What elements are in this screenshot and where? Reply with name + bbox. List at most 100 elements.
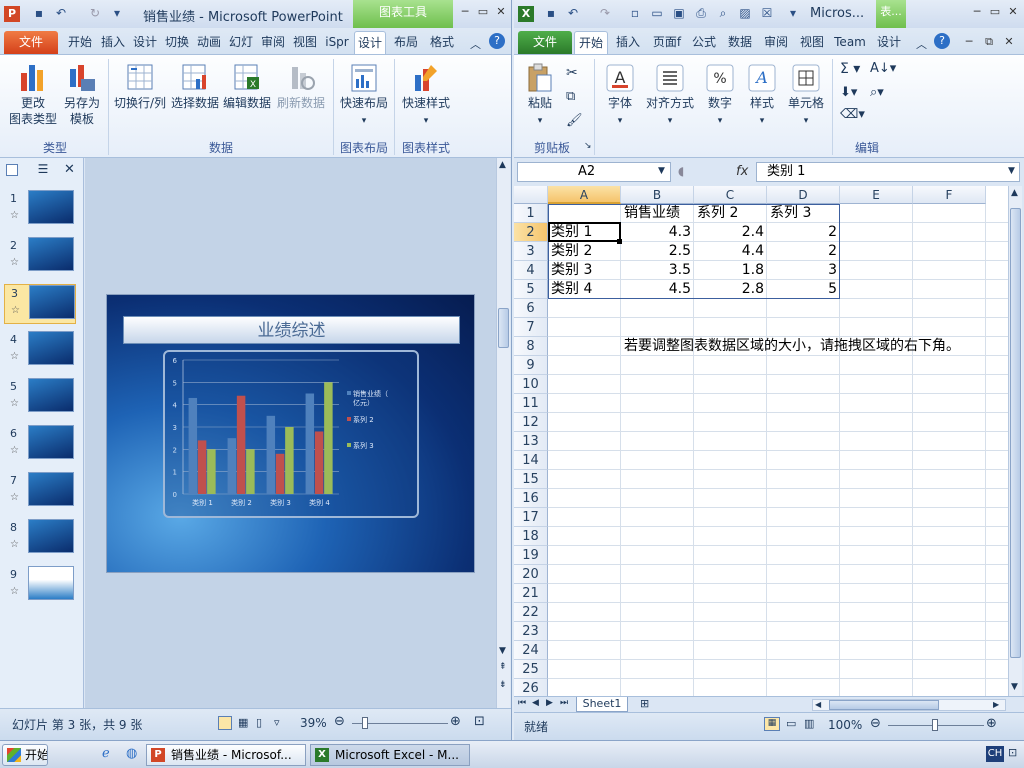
sheet-vertical-scrollbar[interactable]: ▲ ▼ [1008, 186, 1022, 696]
zoom-level[interactable]: 100% [828, 718, 862, 732]
normal-view-icon[interactable] [218, 716, 232, 730]
zoom-slider[interactable] [352, 717, 448, 729]
row-header-18[interactable]: 18 [514, 527, 548, 546]
styles-button[interactable]: A 样式 ▾ [744, 61, 780, 129]
slide-thumbnail-7[interactable]: 7 ☆ [4, 472, 76, 512]
minimize-icon[interactable]: ─ [458, 6, 472, 18]
first-sheet-icon[interactable]: ⏮ [518, 698, 526, 708]
tab-file[interactable]: 文件 [518, 31, 572, 54]
close-pane-icon[interactable]: ✕ [64, 162, 75, 177]
format-painter-icon[interactable]: 🖌 [566, 113, 583, 128]
start-button[interactable]: 开始 [2, 744, 48, 766]
row-header-9[interactable]: 9 [514, 356, 548, 375]
table-cell[interactable]: 4.4 [694, 242, 767, 261]
insert-function-icon[interactable]: fx [736, 164, 748, 179]
select-all-corner[interactable] [514, 186, 548, 204]
scroll-left-icon[interactable]: ◀ [815, 700, 821, 709]
save-icon[interactable]: ▪ [544, 6, 558, 20]
tray-icon[interactable]: ⊡ [1008, 746, 1017, 759]
save-as-icon[interactable]: ▣ [672, 6, 686, 20]
autosum-icon[interactable]: Σ ▾ [840, 61, 860, 77]
help-icon[interactable]: ? [934, 33, 950, 49]
print-icon[interactable]: ⎙ [694, 6, 708, 20]
slide-thumbnail-3[interactable]: 3 ☆ [4, 284, 76, 324]
table-cell[interactable]: 类别 1 [548, 223, 621, 242]
insert-sheet-icon[interactable]: ⊞ [640, 697, 649, 710]
picture-icon[interactable]: ▨ [738, 6, 752, 20]
tab-home[interactable]: 开始 [64, 31, 96, 54]
select-data-button[interactable]: 选择数据 [170, 61, 220, 111]
next-slide-icon[interactable]: ⇟ [499, 680, 507, 690]
switch-row-column-button[interactable]: 切换行/列 [112, 61, 168, 111]
row-header-15[interactable]: 15 [514, 470, 548, 489]
table-header-cell[interactable]: 系列 2 [694, 204, 767, 223]
fill-handle[interactable] [617, 239, 622, 244]
tab-table-design[interactable]: 设计 [872, 31, 906, 54]
open-icon[interactable]: ▭ [650, 6, 664, 20]
change-chart-type-button[interactable]: 更改 图表类型 [8, 61, 58, 127]
table-cell[interactable]: 2.4 [694, 223, 767, 242]
formula-bar-input[interactable]: 类别 1 [756, 162, 1020, 182]
table-header-cell[interactable]: 销售业绩 [621, 204, 694, 223]
taskbar-powerpoint-button[interactable]: P 销售业绩 - Microsof... [146, 744, 306, 766]
undo-icon[interactable]: ↶ [566, 6, 580, 20]
font-button[interactable]: A 字体 ▾ [602, 61, 638, 129]
outline-view-icon[interactable]: ☰ [34, 162, 52, 178]
tab-file[interactable]: 文件 [4, 31, 58, 54]
tab-slideshow[interactable]: 幻灯 [226, 31, 256, 54]
tab-chart-layout[interactable]: 布局 [390, 31, 422, 54]
clipboard-launcher-icon[interactable]: ↘ [584, 141, 592, 151]
refresh-data-button[interactable]: 刷新数据 [274, 61, 328, 111]
customize-qat-icon[interactable]: ▾ [110, 6, 124, 20]
scroll-up-icon[interactable]: ▲ [499, 160, 506, 170]
slide-thumbnail-pane[interactable]: ☰ ✕ 1 ☆ 2 ☆ 3 ☆ 4 ☆ 5 ☆ 6 ☆ 7 ☆ 8 ☆ 9 ☆ [0, 158, 84, 708]
input-method-indicator[interactable]: CH [986, 746, 1004, 762]
table-cell[interactable]: 2.8 [694, 280, 767, 299]
tab-chart-design[interactable]: 设计 [354, 31, 386, 54]
table-cell[interactable]: 1.8 [694, 261, 767, 280]
name-box-dropdown-icon[interactable]: ▼ [658, 166, 665, 176]
table-header-cell[interactable]: 系列 3 [767, 204, 840, 223]
tab-design[interactable]: 设计 [130, 31, 160, 54]
zoom-level[interactable]: 39% [300, 716, 327, 730]
close-icon[interactable]: ✕ [1006, 6, 1020, 18]
column-header-a[interactable]: A [548, 186, 621, 204]
undo-icon[interactable]: ↶ [54, 6, 68, 20]
scroll-thumb[interactable] [498, 308, 509, 348]
row-header-6[interactable]: 6 [514, 299, 548, 318]
previous-slide-icon[interactable]: ⇞ [499, 662, 507, 672]
tab-data[interactable]: 数据 [724, 31, 756, 54]
row-header-25[interactable]: 25 [514, 660, 548, 679]
table-cell[interactable]: 2 [767, 223, 840, 242]
row-header-24[interactable]: 24 [514, 641, 548, 660]
slides-view-icon[interactable] [6, 164, 18, 176]
tab-view[interactable]: 视图 [796, 31, 828, 54]
zoom-slider-handle[interactable] [362, 717, 368, 729]
help-icon[interactable]: ? [489, 33, 505, 49]
minimize-ribbon-icon[interactable]: ︿ [470, 36, 481, 52]
chart-frame[interactable]: 0 1 2 3 4 5 6 类别 1 类别 2 类别 3 类别 4 销售业绩（ 亿元） 系列 2 系列 3 [163, 350, 419, 518]
table-cell[interactable]: 类别 2 [548, 242, 621, 261]
tab-ispring[interactable]: iSpr [322, 31, 352, 54]
sorter-view-icon[interactable]: ▦ [238, 716, 248, 729]
row-header-19[interactable]: 19 [514, 546, 548, 565]
redo-icon[interactable]: ↻ [88, 6, 102, 20]
slide-vertical-scrollbar[interactable]: ▲ ▼ ⇞ ⇟ [496, 158, 510, 708]
zoom-out-icon[interactable]: ⊖ [334, 714, 345, 729]
column-header-e[interactable]: E [840, 186, 913, 204]
row-header-22[interactable]: 22 [514, 603, 548, 622]
spreadsheet-grid[interactable]: A B C D E F 1 2 3 4 5 6 7 8 9 10 11 12 13 14 15 16 17 18 19 20 21 2… [514, 186, 1008, 696]
slideshow-view-icon[interactable]: ▿ [274, 716, 280, 729]
slide-thumbnail-5[interactable]: 5 ☆ [4, 378, 76, 418]
tab-team[interactable]: Team [832, 31, 868, 54]
table-cell[interactable]: 4.3 [621, 223, 694, 242]
table-cell[interactable]: 4.5 [621, 280, 694, 299]
name-box[interactable]: A2 [517, 162, 671, 182]
quick-launch-ie-icon[interactable]: ℯ [102, 746, 110, 761]
slide-thumbnail-6[interactable]: 6 ☆ [4, 425, 76, 465]
scroll-right-icon[interactable]: ▶ [993, 700, 999, 709]
row-header-23[interactable]: 23 [514, 622, 548, 641]
workbook-restore-icon[interactable]: ⧉ [982, 36, 996, 48]
excel-app-icon[interactable]: X [518, 6, 534, 22]
zoom-in-icon[interactable]: ⊕ [450, 714, 461, 729]
